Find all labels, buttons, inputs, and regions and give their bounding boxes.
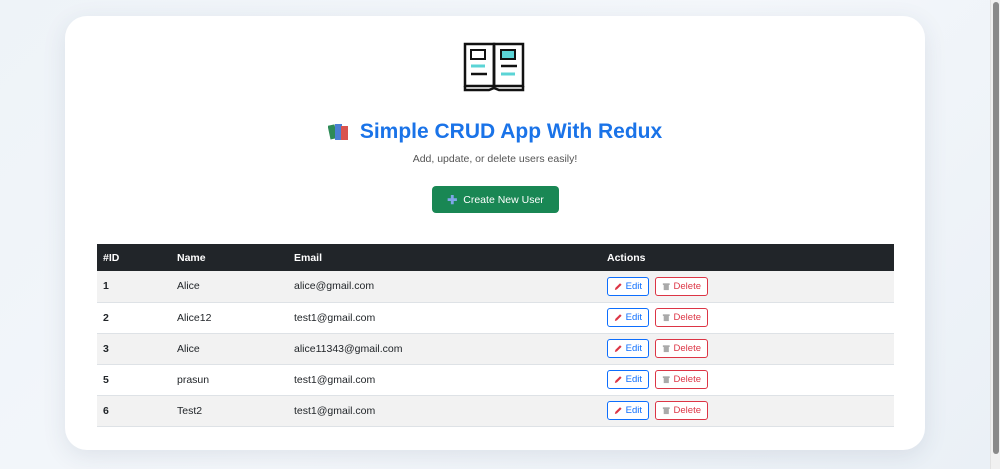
page-title: Simple CRUD App With Redux — [65, 120, 925, 144]
pencil-icon — [614, 345, 622, 352]
cell-name: Test2 — [177, 404, 203, 417]
users-table: #ID Name Email Actions 1 Alice alice@gma… — [97, 244, 894, 427]
column-header-name: Name — [177, 251, 206, 264]
scrollbar-thumb[interactable] — [993, 2, 999, 454]
trash-icon — [662, 376, 670, 384]
edit-label: Edit — [625, 405, 642, 416]
edit-label: Edit — [625, 312, 642, 323]
main-card: Simple CRUD App With Redux Add, update, … — [65, 16, 925, 450]
table-row: 1 Alice alice@gmail.com Edit Delete — [97, 271, 894, 302]
cell-actions: Edit Delete — [601, 302, 894, 333]
cell-id: 2 — [103, 311, 109, 324]
delete-label: Delete — [673, 374, 701, 385]
cell-email: alice@gmail.com — [294, 280, 375, 293]
delete-button[interactable]: Delete — [655, 308, 708, 327]
table-row: 5 prasun test1@gmail.com Edit Delete — [97, 364, 894, 395]
column-header-actions: Actions — [607, 251, 646, 264]
cell-actions: Edit Delete — [601, 271, 894, 302]
delete-label: Delete — [673, 343, 701, 354]
create-user-label: Create New User — [463, 193, 544, 206]
cell-email: test1@gmail.com — [294, 311, 376, 324]
cell-actions: Edit Delete — [601, 333, 894, 364]
table-row: 2 Alice12 test1@gmail.com Edit Delete — [97, 302, 894, 333]
delete-button[interactable]: Delete — [655, 370, 708, 389]
plus-icon: ✚ — [447, 192, 458, 207]
edit-label: Edit — [625, 280, 642, 292]
page-subtitle: Add, update, or delete users easily! — [412, 153, 578, 165]
delete-button[interactable]: Delete — [655, 401, 708, 420]
table-row: 6 Test2 test1@gmail.com Edit Delete — [97, 395, 894, 426]
cell-actions: Edit Delete — [601, 395, 894, 426]
cell-name: Alice — [177, 280, 200, 293]
delete-button[interactable]: Delete — [655, 276, 708, 296]
delete-label: Delete — [673, 312, 701, 323]
table-row: 3 Alice alice11343@gmail.com Edit Delete — [97, 333, 894, 364]
column-header-email: Email — [294, 251, 323, 264]
cell-name: Alice — [177, 342, 200, 355]
cell-id: 3 — [103, 342, 109, 355]
edit-button[interactable]: Edit — [607, 401, 649, 420]
edit-button[interactable]: Edit — [607, 276, 649, 296]
edit-button[interactable]: Edit — [607, 370, 649, 389]
edit-label: Edit — [625, 343, 642, 354]
cell-actions: Edit Delete — [601, 364, 894, 395]
cell-id: 1 — [103, 280, 109, 293]
books-icon — [327, 124, 348, 140]
vertical-scrollbar[interactable] — [990, 0, 1000, 469]
cell-name: Alice12 — [177, 311, 212, 324]
delete-label: Delete — [673, 280, 701, 292]
cell-id: 5 — [103, 373, 109, 386]
edit-button[interactable]: Edit — [607, 308, 649, 327]
cell-email: test1@gmail.com — [294, 404, 376, 417]
delete-label: Delete — [673, 405, 701, 416]
trash-icon — [662, 314, 670, 322]
table-header-row: #ID Name Email Actions — [97, 244, 894, 271]
cell-name: prasun — [177, 373, 210, 386]
column-header-id: #ID — [103, 251, 120, 264]
cell-id: 6 — [103, 404, 109, 417]
pencil-icon — [614, 376, 622, 383]
pencil-icon — [614, 407, 622, 414]
trash-icon — [662, 283, 670, 290]
delete-button[interactable]: Delete — [655, 339, 708, 358]
edit-label: Edit — [625, 374, 642, 385]
pencil-icon — [614, 314, 622, 321]
edit-button[interactable]: Edit — [607, 339, 649, 358]
create-user-button[interactable]: ✚ Create New User — [432, 186, 559, 213]
trash-icon — [662, 345, 670, 353]
cell-email: alice11343@gmail.com — [294, 342, 403, 355]
trash-icon — [662, 407, 670, 415]
pencil-icon — [614, 282, 622, 290]
open-book-icon — [463, 42, 525, 92]
cell-email: test1@gmail.com — [294, 373, 376, 386]
page-title-text: Simple CRUD App With Redux — [359, 120, 663, 143]
